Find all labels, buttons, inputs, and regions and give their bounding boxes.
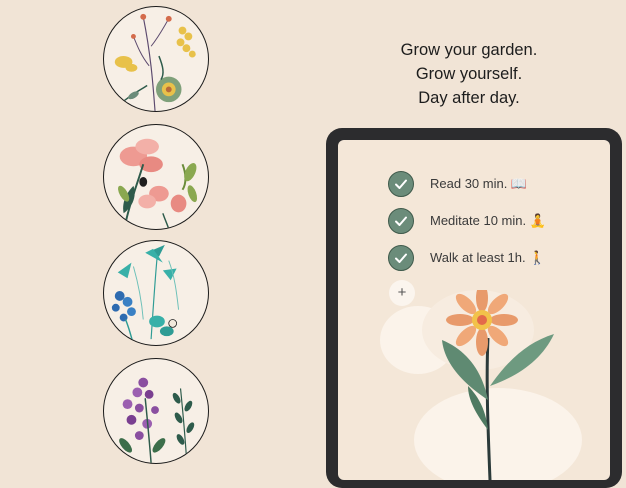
botanical-illustration-purple (103, 358, 209, 464)
habit-label: Read 30 min. 📖 (430, 176, 528, 191)
tagline-line-1: Grow your garden. (400, 41, 538, 59)
tablet-device: Read 30 min. 📖 Meditate 10 min. 🧘 Walk a… (326, 128, 622, 488)
habit-row-walk[interactable]: Walk at least 1h. 🚶 (388, 244, 545, 272)
tagline: Grow your garden. Grow yourself. Day aft… (368, 38, 570, 110)
habit-label: Meditate 10 min. 🧘 (430, 213, 546, 228)
flower-illustration (380, 290, 582, 480)
checkmark-icon[interactable] (388, 171, 414, 197)
botanical-illustration-teal (103, 240, 209, 346)
habit-row-meditate[interactable]: Meditate 10 min. 🧘 (388, 207, 546, 235)
tagline-line-2: Grow yourself. (415, 65, 523, 83)
habit-row-read[interactable]: Read 30 min. 📖 (388, 170, 527, 198)
checkmark-icon[interactable] (388, 208, 414, 234)
botanical-illustration-pink (103, 124, 209, 230)
habit-label: Walk at least 1h. 🚶 (430, 250, 546, 265)
botanical-illustration-yellow (103, 6, 209, 112)
tagline-line-3: Day after day. (418, 89, 520, 107)
checkmark-icon[interactable] (388, 245, 414, 271)
app-screen: Read 30 min. 📖 Meditate 10 min. 🧘 Walk a… (338, 140, 610, 480)
